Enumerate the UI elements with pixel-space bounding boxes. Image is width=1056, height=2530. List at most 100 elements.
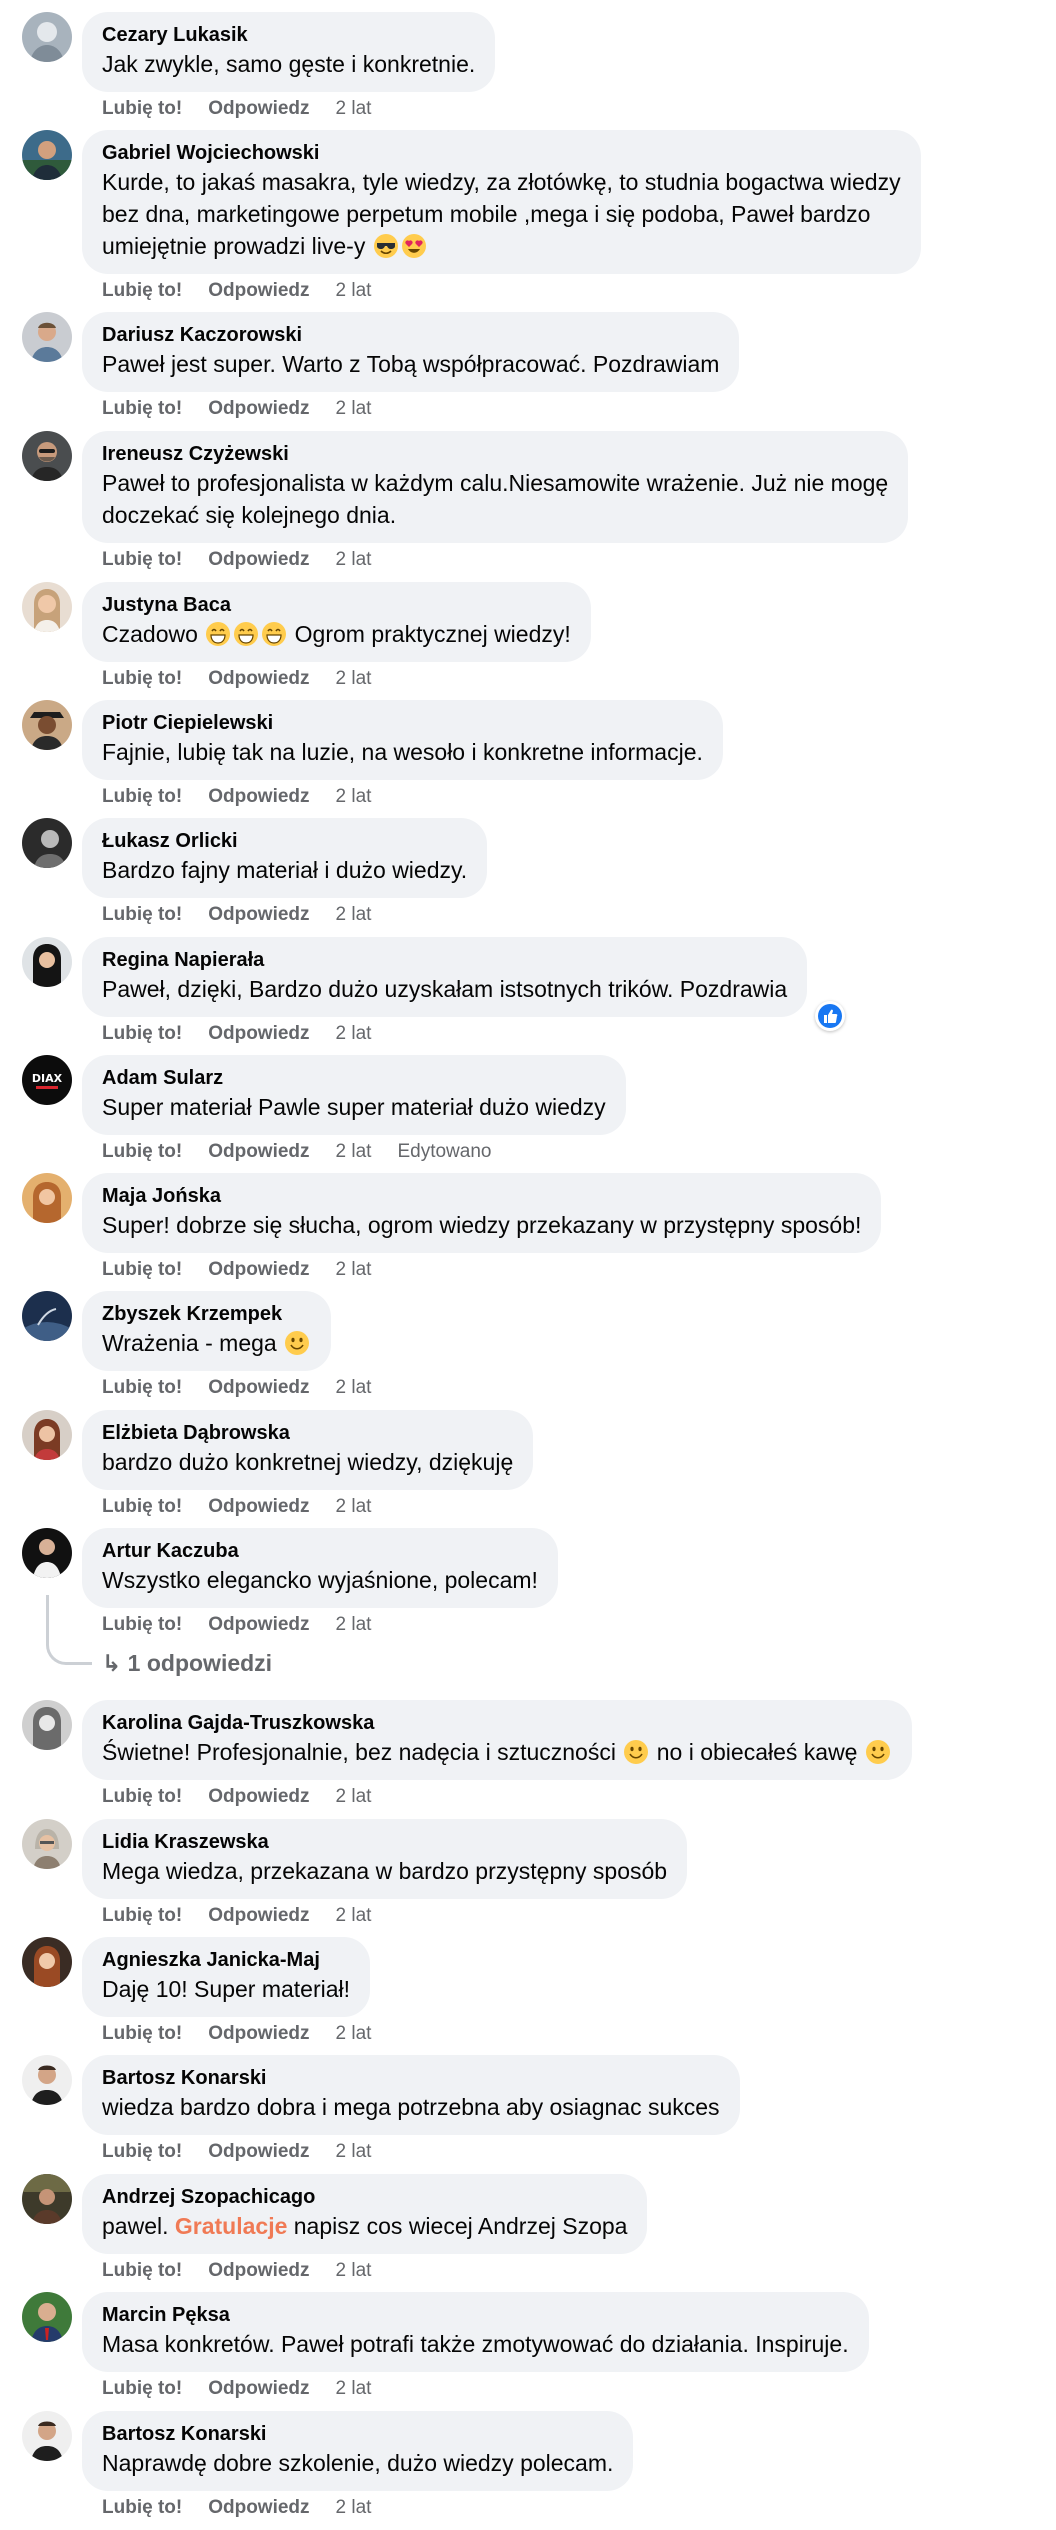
reply-button[interactable]: Odpowiedz <box>208 398 309 419</box>
comment-author[interactable]: Lidia Kraszewska <box>102 1830 667 1855</box>
avatar[interactable] <box>22 1173 72 1223</box>
comment-time[interactable]: 2 lat <box>336 1259 372 1280</box>
reply-button[interactable]: Odpowiedz <box>208 786 309 807</box>
avatar[interactable] <box>22 2055 72 2105</box>
reply-button[interactable]: Odpowiedz <box>208 1496 309 1517</box>
reply-button[interactable]: Odpowiedz <box>208 1905 309 1926</box>
comment-time[interactable]: 2 lat <box>336 786 372 807</box>
avatar[interactable] <box>22 582 72 632</box>
like-button[interactable]: Lubię to! <box>102 280 182 301</box>
comment-time[interactable]: 2 lat <box>336 1496 372 1517</box>
like-button[interactable]: Lubię to! <box>102 549 182 570</box>
reply-button[interactable]: Odpowiedz <box>208 2497 309 2518</box>
comment-time[interactable]: 2 lat <box>336 1905 372 1926</box>
avatar[interactable] <box>22 937 72 987</box>
comment-author[interactable]: Elżbieta Dąbrowska <box>102 1421 513 1446</box>
reply-button[interactable]: Odpowiedz <box>208 1614 309 1635</box>
comment-time[interactable]: 2 lat <box>336 1614 372 1635</box>
reply-button[interactable]: Odpowiedz <box>208 549 309 570</box>
comment-author[interactable]: Justyna Baca <box>102 593 571 618</box>
like-button[interactable]: Lubię to! <box>102 2260 182 2281</box>
like-button[interactable]: Lubię to! <box>102 1614 182 1635</box>
comment-time[interactable]: 2 lat <box>336 2378 372 2399</box>
like-button[interactable]: Lubię to! <box>102 398 182 419</box>
comment-time[interactable]: 2 lat <box>336 2023 372 2044</box>
comment-time[interactable]: 2 lat <box>336 398 372 419</box>
like-button[interactable]: Lubię to! <box>102 1259 182 1280</box>
reply-button[interactable]: Odpowiedz <box>208 1141 309 1162</box>
reply-button[interactable]: Odpowiedz <box>208 280 309 301</box>
reply-button[interactable]: Odpowiedz <box>208 2260 309 2281</box>
like-button[interactable]: Lubię to! <box>102 786 182 807</box>
like-button[interactable]: Lubię to! <box>102 1377 182 1398</box>
reply-button[interactable]: Odpowiedz <box>208 1259 309 1280</box>
comment-author[interactable]: Ireneusz Czyżewski <box>102 442 888 467</box>
like-button[interactable]: Lubię to! <box>102 1905 182 1926</box>
like-button[interactable]: Lubię to! <box>102 668 182 689</box>
like-button[interactable]: Lubię to! <box>102 2141 182 2162</box>
comment-time[interactable]: 2 lat <box>336 904 372 925</box>
like-button[interactable]: Lubię to! <box>102 1496 182 1517</box>
view-replies-link[interactable]: ↳ 1 odpowiedzi <box>102 1650 272 1677</box>
avatar[interactable] <box>22 12 72 62</box>
avatar[interactable] <box>22 1700 72 1750</box>
comment-author[interactable]: Regina Napierała <box>102 948 787 973</box>
comment-author[interactable]: Bartosz Konarski <box>102 2066 720 2091</box>
avatar[interactable]: DIAX <box>22 1055 72 1105</box>
reply-button[interactable]: Odpowiedz <box>208 1786 309 1807</box>
comment-author[interactable]: Marcin Pęksa <box>102 2303 849 2328</box>
avatar[interactable] <box>22 1937 72 1987</box>
comment-author[interactable]: Agnieszka Janicka-Maj <box>102 1948 350 1973</box>
avatar[interactable] <box>22 2174 72 2224</box>
avatar[interactable] <box>22 1291 72 1341</box>
reply-button[interactable]: Odpowiedz <box>208 2378 309 2399</box>
reply-button[interactable]: Odpowiedz <box>208 668 309 689</box>
like-button[interactable]: Lubię to! <box>102 1786 182 1807</box>
comment-time[interactable]: 2 lat <box>336 549 372 570</box>
avatar[interactable] <box>22 1819 72 1869</box>
comment-time[interactable]: 2 lat <box>336 1023 372 1044</box>
reply-button[interactable]: Odpowiedz <box>208 1377 309 1398</box>
comment-author[interactable]: Cezary Lukasik <box>102 23 475 48</box>
comment-author[interactable]: Andrzej Szopachicago <box>102 2185 627 2210</box>
reply-button[interactable]: Odpowiedz <box>208 904 309 925</box>
comment-time[interactable]: 2 lat <box>336 1786 372 1807</box>
comment-author[interactable]: Dariusz Kaczorowski <box>102 323 719 348</box>
comment-time[interactable]: 2 lat <box>336 2260 372 2281</box>
gratulacje-link[interactable]: Gratulacje <box>175 2213 288 2239</box>
comment-author[interactable]: Maja Jońska <box>102 1184 861 1209</box>
comment-author[interactable]: Łukasz Orlicki <box>102 829 467 854</box>
avatar[interactable] <box>22 1410 72 1460</box>
avatar[interactable] <box>22 431 72 481</box>
like-button[interactable]: Lubię to! <box>102 2497 182 2518</box>
comment-author[interactable]: Karolina Gajda-Truszkowska <box>102 1711 892 1736</box>
comment-time[interactable]: 2 lat <box>336 280 372 301</box>
comment-author[interactable]: Piotr Ciepielewski <box>102 711 703 736</box>
avatar[interactable] <box>22 1528 72 1578</box>
comment-author[interactable]: Bartosz Konarski <box>102 2422 613 2447</box>
comment-author[interactable]: Artur Kaczuba <box>102 1539 538 1564</box>
like-button[interactable]: Lubię to! <box>102 98 182 119</box>
avatar[interactable] <box>22 130 72 180</box>
like-button[interactable]: Lubię to! <box>102 1023 182 1044</box>
comment-time[interactable]: 2 lat <box>336 98 372 119</box>
comment-time[interactable]: 2 lat <box>336 1377 372 1398</box>
avatar[interactable] <box>22 818 72 868</box>
comment-time[interactable]: 2 lat <box>336 1141 372 1162</box>
reply-button[interactable]: Odpowiedz <box>208 98 309 119</box>
edited-label[interactable]: Edytowano <box>397 1141 491 1162</box>
like-button[interactable]: Lubię to! <box>102 2023 182 2044</box>
avatar[interactable] <box>22 700 72 750</box>
comment-author[interactable]: Zbyszek Krzempek <box>102 1302 311 1327</box>
like-button[interactable]: Lubię to! <box>102 904 182 925</box>
comment-time[interactable]: 2 lat <box>336 668 372 689</box>
avatar[interactable] <box>22 2292 72 2342</box>
like-button[interactable]: Lubię to! <box>102 1141 182 1162</box>
avatar[interactable] <box>22 2411 72 2461</box>
like-reaction-icon[interactable] <box>815 1001 845 1031</box>
comment-time[interactable]: 2 lat <box>336 2141 372 2162</box>
reply-button[interactable]: Odpowiedz <box>208 2141 309 2162</box>
comment-author[interactable]: Adam Sularz <box>102 1066 606 1091</box>
comment-author[interactable]: Gabriel Wojciechowski <box>102 141 901 166</box>
comment-time[interactable]: 2 lat <box>336 2497 372 2518</box>
